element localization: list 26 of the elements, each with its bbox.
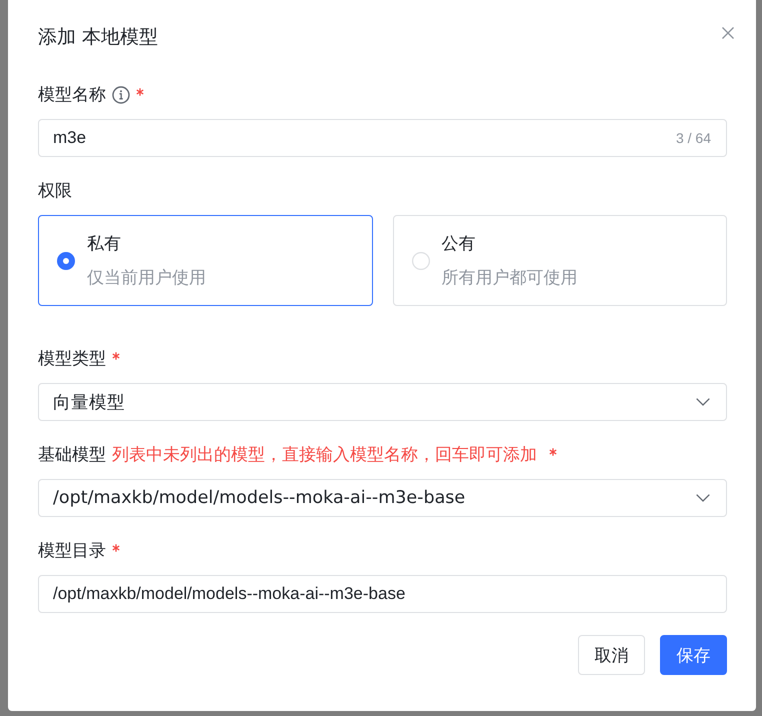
text-input-field[interactable]: m3e 3 / 64 xyxy=(38,119,727,157)
field-label: 模型类型 xyxy=(38,348,106,371)
text-input-field[interactable]: /opt/maxkb/model/models--moka-ai--m3e-base xyxy=(38,575,727,613)
save-button[interactable]: 保存 xyxy=(660,635,727,675)
field-hint: 列表中未列出的模型，直接输入模型名称，回车即可添加 xyxy=(112,444,537,467)
field-label: 权限 xyxy=(38,180,72,203)
radio-button-icon[interactable] xyxy=(412,252,430,270)
chevron-down-icon xyxy=(696,494,710,502)
field-label: 基础模型 xyxy=(38,444,106,467)
chevron-down-icon xyxy=(696,398,710,406)
info-icon[interactable] xyxy=(112,86,130,104)
option-title: 私有 xyxy=(87,232,122,256)
dialog-title: 添加 本地模型 xyxy=(38,25,158,50)
close-icon[interactable] xyxy=(722,27,734,39)
select-field[interactable]: 向量模型 xyxy=(38,383,727,421)
option-title: 公有 xyxy=(442,232,476,256)
option-description: 所有用户都可使用 xyxy=(442,266,578,290)
cancel-button[interactable]: 取消 xyxy=(578,635,645,675)
select-field[interactable]: /opt/maxkb/model/models--moka-ai--m3e-base xyxy=(38,479,727,517)
field-label: 模型目录 xyxy=(38,540,106,563)
radio-card[interactable]: 私有 仅当前用户使用 xyxy=(38,215,372,306)
character-counter: 3 / 64 xyxy=(676,130,711,146)
option-description: 仅当前用户使用 xyxy=(87,266,206,290)
radio-card[interactable]: 公有 所有用户都可使用 xyxy=(392,215,727,306)
radio-button-icon[interactable] xyxy=(57,252,75,270)
field-label: 模型名称 xyxy=(38,84,106,107)
